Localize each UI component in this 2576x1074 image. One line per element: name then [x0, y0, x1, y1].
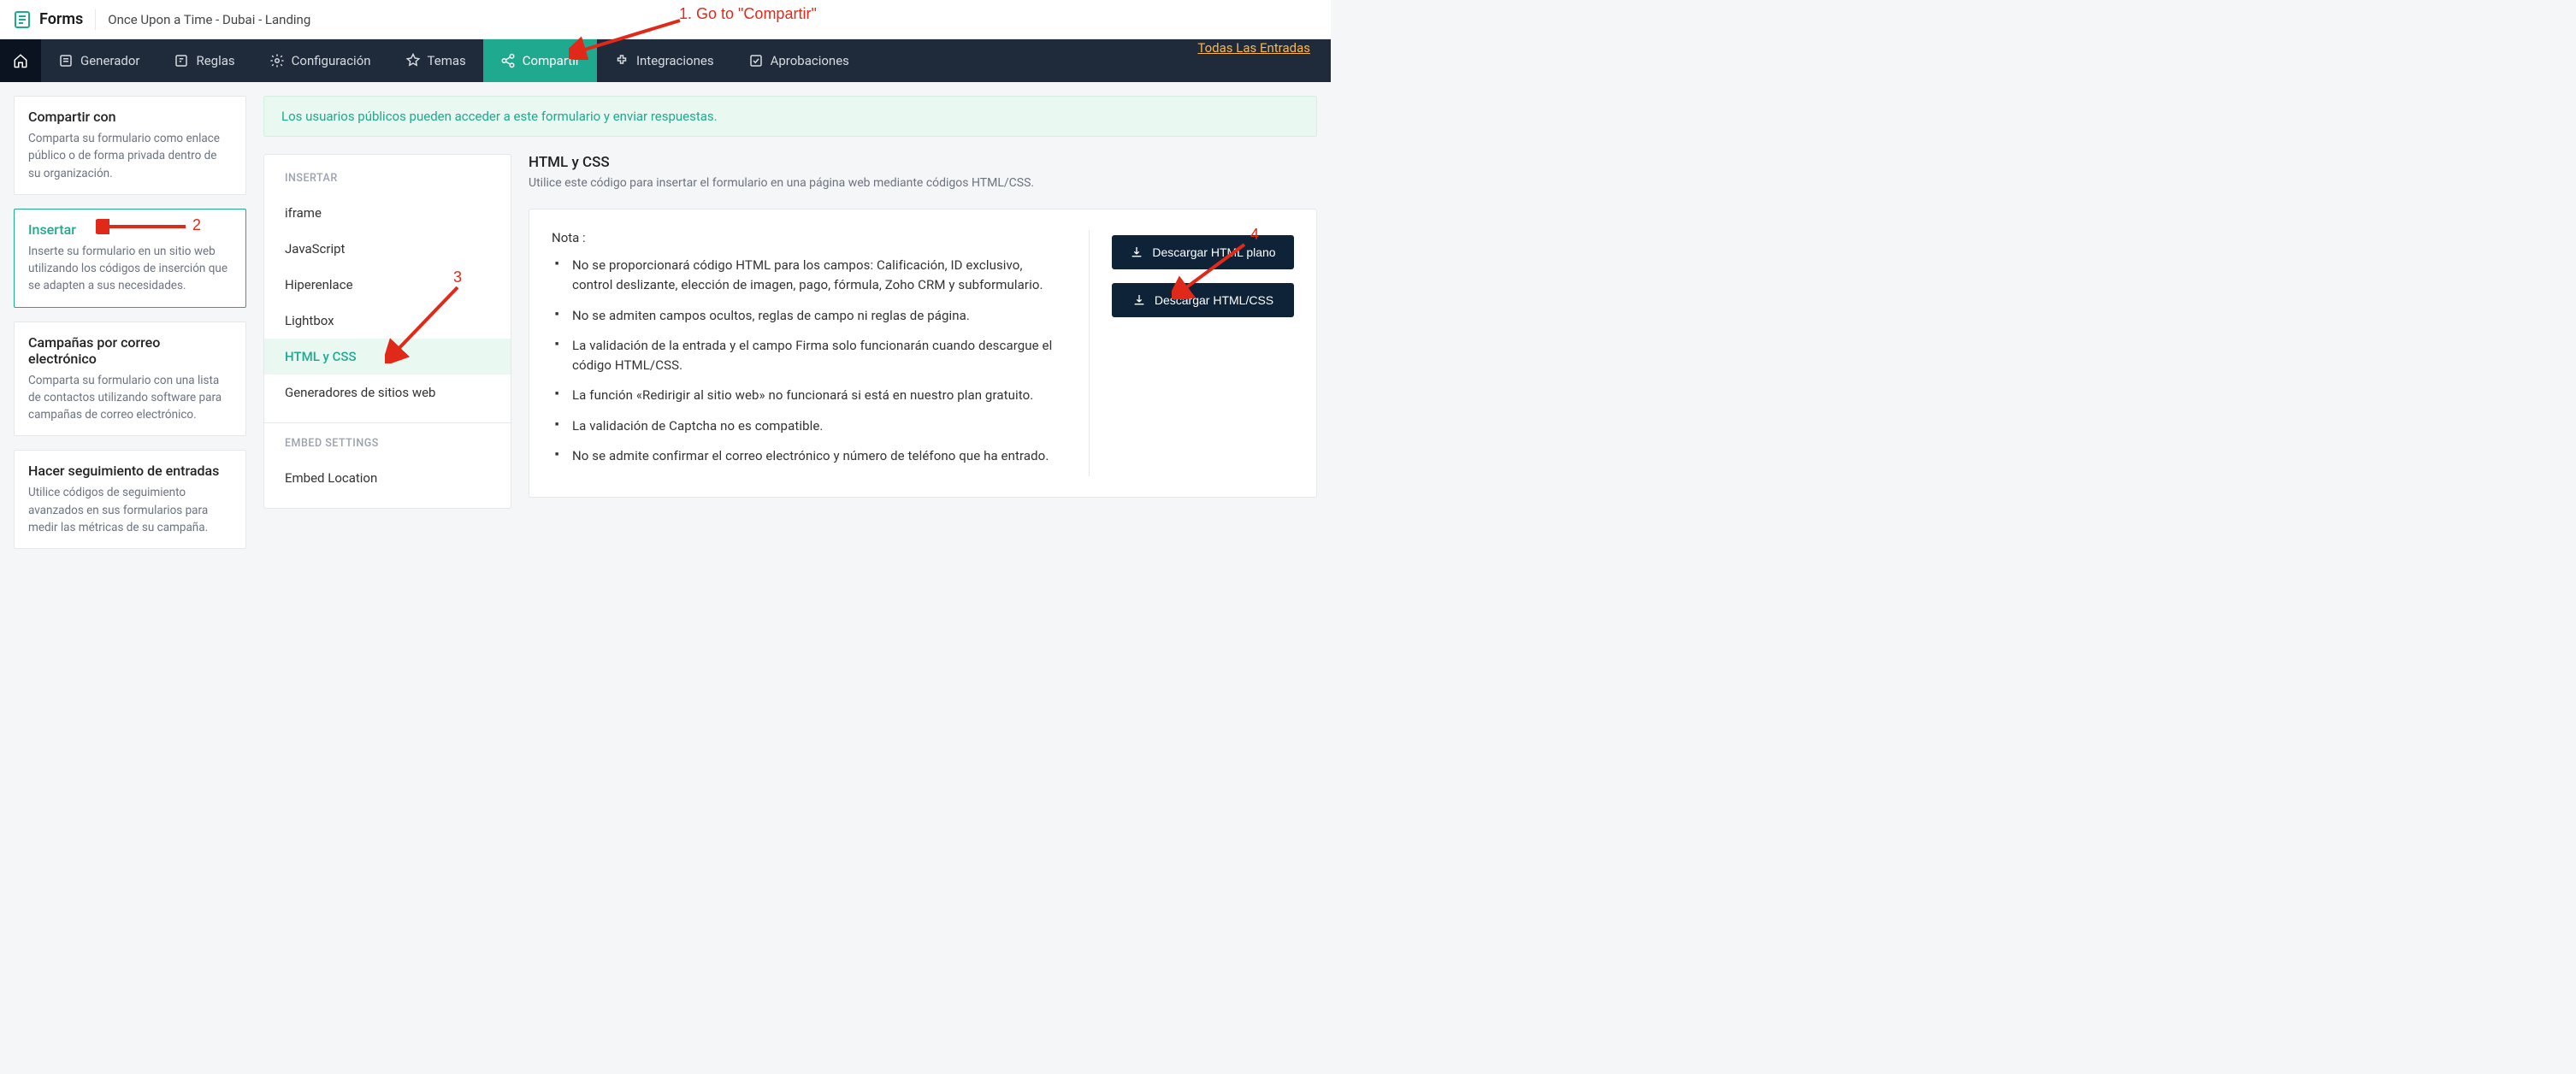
- insert-item-iframe[interactable]: iframe: [264, 195, 511, 231]
- nav-label: Temas: [428, 53, 466, 68]
- section-title: HTML y CSS: [529, 154, 1317, 171]
- note-item: La validación de Captcha no es compatibl…: [572, 416, 1063, 436]
- note-title: Nota :: [552, 230, 1063, 245]
- note-left: Nota : No se proporcionará código HTML p…: [552, 230, 1063, 476]
- note-item: No se admiten campos ocultos, reglas de …: [572, 306, 1063, 326]
- card-desc: Inserte su formulario en un sitio web ut…: [28, 243, 232, 295]
- note-item: La función «Redirigir al sitio web» no f…: [572, 386, 1063, 405]
- insert-heading: INSERTAR: [264, 167, 511, 195]
- nav-item-generador[interactable]: Generador: [41, 39, 157, 82]
- nav-item-integraciones[interactable]: Integraciones: [597, 39, 731, 82]
- insert-item-label: Embed Location: [285, 470, 377, 486]
- insert-item-label: Lightbox: [285, 313, 334, 328]
- insert-item-lightbox[interactable]: Lightbox: [264, 303, 511, 339]
- main-column: HTML y CSS Utilice este código para inse…: [529, 154, 1317, 498]
- all-entries-link[interactable]: Todas Las Entradas: [1197, 39, 1331, 82]
- page-body: Compartir con Comparta su formulario com…: [0, 82, 1331, 576]
- insert-item-label: JavaScript: [285, 241, 345, 257]
- left-panel: Compartir con Comparta su formulario com…: [14, 96, 246, 563]
- insert-item-embed-location[interactable]: Embed Location: [264, 460, 511, 496]
- note-frame: Nota : No se proporcionará código HTML p…: [529, 209, 1317, 498]
- card-title: Campañas por correo electrónico: [28, 334, 232, 367]
- nav-items: Generador Reglas Configuración Temas Com…: [41, 39, 1331, 82]
- form-name: Once Upon a Time - Dubai - Landing: [96, 12, 310, 27]
- rules-icon: [174, 53, 189, 68]
- insert-item-javascript[interactable]: JavaScript: [264, 231, 511, 267]
- download-icon: [1132, 293, 1146, 307]
- nav-label: Aprobaciones: [771, 53, 849, 68]
- integrations-icon: [614, 53, 629, 68]
- generator-icon: [58, 53, 74, 68]
- share-icon: [500, 53, 516, 68]
- note-item: La validación de la entrada y el campo F…: [572, 336, 1063, 376]
- card-seguimiento[interactable]: Hacer seguimiento de entradas Utilice có…: [14, 450, 246, 549]
- download-icon: [1130, 245, 1143, 259]
- nav-item-compartir[interactable]: Compartir: [483, 39, 597, 82]
- button-label: Descargar HTML/CSS: [1155, 293, 1273, 307]
- insert-item-html-css[interactable]: HTML y CSS: [264, 339, 511, 375]
- nav-item-configuracion[interactable]: Configuración: [252, 39, 388, 82]
- approvals-icon: [748, 53, 764, 68]
- download-buttons: Descargar HTML plano Descargar HTML/CSS: [1089, 230, 1294, 476]
- nav-label: Integraciones: [636, 53, 714, 68]
- brand-title: Forms: [39, 10, 83, 28]
- card-insertar[interactable]: Insertar Inserte su formulario en un sit…: [14, 209, 246, 308]
- content-row: INSERTAR iframe JavaScript Hiperenlace L…: [263, 154, 1317, 509]
- top-header: Forms Once Upon a Time - Dubai - Landing: [0, 0, 1331, 39]
- card-desc: Comparta su formulario como enlace públi…: [28, 130, 232, 182]
- note-item: No se admite confirmar el correo electró…: [572, 446, 1063, 466]
- insert-item-label: Hiperenlace: [285, 277, 353, 292]
- card-title: Hacer seguimiento de entradas: [28, 463, 232, 479]
- nav-spacer: [866, 39, 1198, 82]
- card-title: Compartir con: [28, 109, 232, 125]
- insert-column: INSERTAR iframe JavaScript Hiperenlace L…: [263, 154, 511, 509]
- insert-separator: [264, 422, 511, 423]
- insert-item-hiperenlace[interactable]: Hiperenlace: [264, 267, 511, 303]
- download-html-css-button[interactable]: Descargar HTML/CSS: [1112, 283, 1294, 317]
- insert-item-label: HTML y CSS: [285, 349, 357, 364]
- card-title: Insertar: [28, 221, 232, 238]
- nav-item-reglas[interactable]: Reglas: [157, 39, 251, 82]
- right-panel: Los usuarios públicos pueden acceder a e…: [263, 96, 1317, 509]
- card-desc: Utilice códigos de seguimiento avanzados…: [28, 484, 232, 536]
- nav-label: Configuración: [292, 53, 371, 68]
- nav-item-temas[interactable]: Temas: [388, 39, 483, 82]
- nav-label: Compartir: [523, 53, 580, 68]
- brand: Forms: [12, 9, 96, 30]
- download-plain-html-button[interactable]: Descargar HTML plano: [1112, 235, 1294, 269]
- main-nav: Generador Reglas Configuración Temas Com…: [0, 39, 1331, 82]
- settings-icon: [269, 53, 285, 68]
- insert-item-generadores[interactable]: Generadores de sitios web: [264, 375, 511, 410]
- all-entries-anchor[interactable]: Todas Las Entradas: [1197, 40, 1310, 56]
- home-button[interactable]: [0, 39, 41, 82]
- home-icon: [13, 53, 28, 68]
- card-desc: Comparta su formulario con una lista de …: [28, 372, 232, 424]
- embed-heading: EMBED SETTINGS: [264, 432, 511, 460]
- note-list: No se proporcionará código HTML para los…: [552, 256, 1063, 466]
- insert-item-label: iframe: [285, 205, 322, 221]
- nav-item-aprobaciones[interactable]: Aprobaciones: [731, 39, 866, 82]
- card-compartir-con[interactable]: Compartir con Comparta su formulario com…: [14, 96, 246, 195]
- card-campanas[interactable]: Campañas por correo electrónico Comparta…: [14, 322, 246, 437]
- nav-label: Generador: [80, 53, 139, 68]
- nav-label: Reglas: [196, 53, 234, 68]
- public-access-banner: Los usuarios públicos pueden acceder a e…: [263, 96, 1317, 137]
- note-item: No se proporcionará código HTML para los…: [572, 256, 1063, 296]
- insert-item-label: Generadores de sitios web: [285, 385, 435, 400]
- app-root: Forms Once Upon a Time - Dubai - Landing…: [0, 0, 1331, 576]
- themes-icon: [405, 53, 421, 68]
- forms-logo-icon: [12, 9, 32, 30]
- section-desc: Utilice este código para insertar el for…: [529, 176, 1317, 190]
- button-label: Descargar HTML plano: [1152, 245, 1275, 259]
